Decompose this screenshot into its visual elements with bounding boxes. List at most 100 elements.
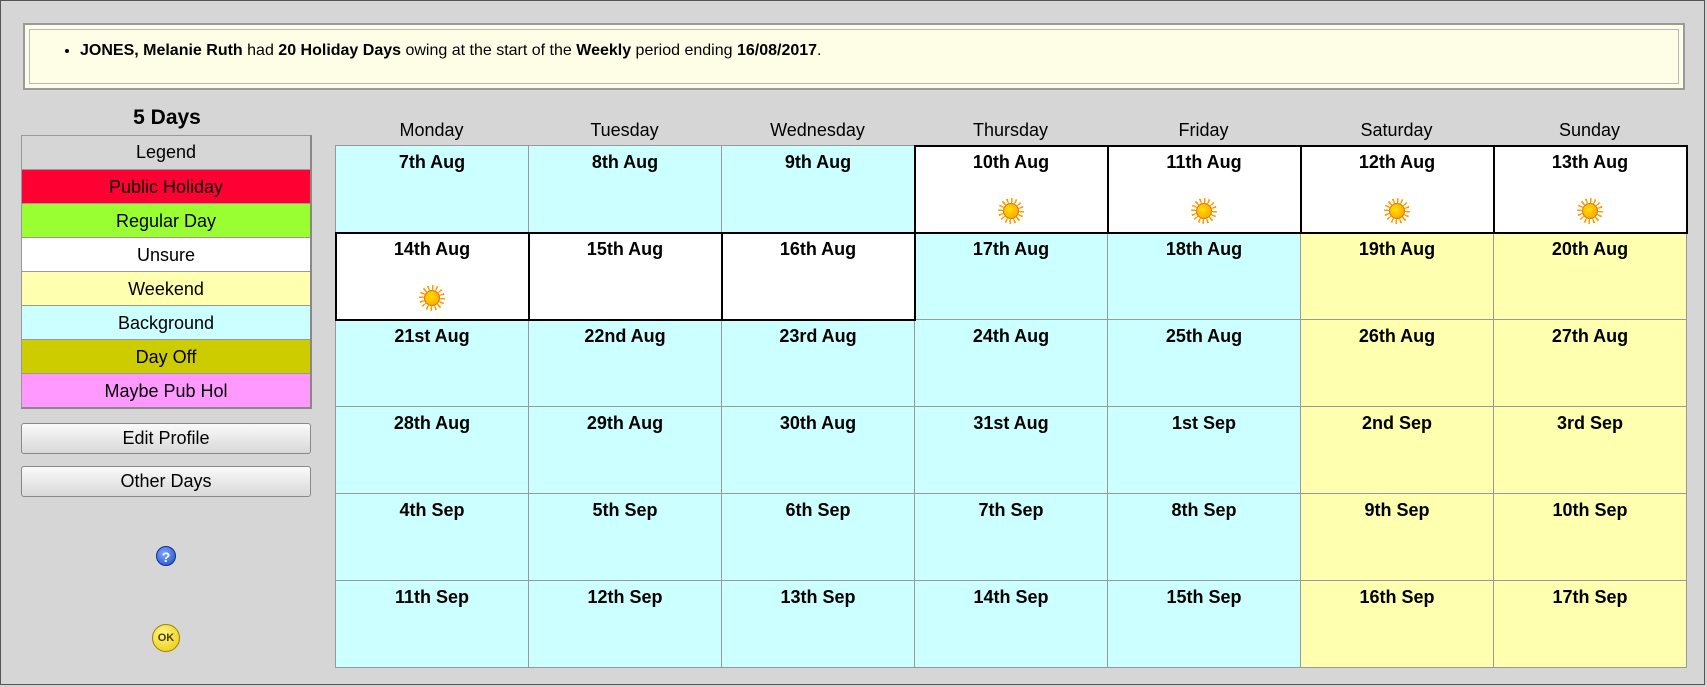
day-label: 21st Aug (394, 326, 470, 346)
weekday-tuesday: Tuesday (590, 120, 659, 140)
weekday-sunday: Sunday (1558, 120, 1621, 140)
day-cell[interactable]: 1st Sep (1108, 407, 1301, 494)
day-cell[interactable]: 23rd Aug (722, 320, 915, 407)
legend-item-day-off: Day Off (22, 339, 310, 373)
day-label: 12th Aug (1358, 152, 1436, 172)
left-panel: 5 Days Legend Public Holiday Regular Day U… (21, 101, 313, 497)
day-label: 10th Sep (1552, 500, 1628, 520)
day-cell[interactable]: 13th Aug (1493, 145, 1688, 234)
day-label: 13th Sep (780, 587, 856, 607)
day-label: 29th Aug (586, 413, 664, 433)
day-label: 8th Aug (591, 152, 659, 172)
day-cell[interactable]: 14th Sep (915, 581, 1108, 668)
day-cell[interactable]: 9th Sep (1301, 494, 1494, 581)
day-cell[interactable]: 15th Sep (1108, 581, 1301, 668)
period-end-date: 16/08/2017 (736, 42, 818, 59)
day-cell[interactable]: 30th Aug (722, 407, 915, 494)
employee-name: JONES, Melanie Ruth (80, 42, 243, 59)
day-label: 8th Sep (1171, 500, 1237, 520)
legend-item-public-holiday: Public Holiday (22, 169, 310, 203)
sun-icon (998, 198, 1024, 224)
legend: Legend Public Holiday Regular Day Unsure We… (21, 135, 312, 409)
ok-icon[interactable]: OK (152, 624, 180, 652)
day-cell[interactable]: 17th Aug (915, 233, 1108, 320)
weekday-friday: Friday (1178, 120, 1229, 140)
holiday-notice: JONES, Melanie Ruth had 20 Holiday Days … (23, 23, 1685, 90)
day-label: 31st Aug (973, 413, 1049, 433)
day-cell[interactable]: 24th Aug (915, 320, 1108, 407)
day-label: 9th Sep (1364, 500, 1430, 520)
day-cell[interactable]: 29th Aug (529, 407, 722, 494)
day-cell[interactable]: 20th Aug (1494, 233, 1687, 320)
day-label: 17th Aug (972, 239, 1050, 259)
day-cell[interactable]: 14th Aug (335, 232, 530, 321)
day-label: 14th Sep (973, 587, 1049, 607)
day-label: 15th Sep (1166, 587, 1242, 607)
day-cell[interactable]: 27th Aug (1494, 320, 1687, 407)
sun-icon (1384, 198, 1410, 224)
day-cell[interactable]: 4th Sep (336, 494, 529, 581)
day-cell[interactable]: 9th Aug (722, 146, 915, 233)
day-cell[interactable]: 11th Sep (336, 581, 529, 668)
sun-icon (419, 285, 445, 311)
day-cell[interactable]: 13th Sep (722, 581, 915, 668)
day-cell[interactable]: 8th Sep (1108, 494, 1301, 581)
day-label: 28th Aug (393, 413, 471, 433)
day-label: 26th Aug (1358, 326, 1436, 346)
day-label: 20th Aug (1551, 239, 1629, 259)
day-cell[interactable]: 10th Sep (1494, 494, 1687, 581)
app-frame: JONES, Melanie Ruth had 20 Holiday Days … (0, 0, 1705, 685)
day-cell[interactable]: 31st Aug (915, 407, 1108, 494)
day-label: 17th Sep (1552, 587, 1628, 607)
weekday-header: Monday Tuesday Wednesday Thursday Friday Satu… (335, 113, 1687, 145)
calendar-grid: 7th Aug 8th Aug 9th Aug 10th Aug 11th Aug 12t… (335, 145, 1688, 668)
day-cell[interactable]: 2nd Sep (1301, 407, 1494, 494)
legend-item-background: Background (22, 305, 310, 339)
day-label: 11th Aug (1166, 152, 1242, 172)
day-cell[interactable]: 15th Aug (528, 232, 723, 321)
day-label: 24th Aug (972, 326, 1050, 346)
weekday-thursday: Thursday (972, 120, 1049, 140)
day-cell[interactable]: 12th Sep (529, 581, 722, 668)
holiday-days-count: 20 Holiday Days (278, 42, 402, 59)
day-cell[interactable]: 16th Aug (721, 232, 916, 321)
day-cell[interactable]: 11th Aug (1107, 145, 1302, 234)
day-label: 9th Aug (784, 152, 852, 172)
edit-profile-button[interactable]: Edit Profile (21, 423, 311, 454)
day-cell[interactable]: 3rd Sep (1494, 407, 1687, 494)
day-cell[interactable]: 17th Sep (1494, 581, 1687, 668)
day-cell[interactable]: 16th Sep (1301, 581, 1494, 668)
day-label: 5th Sep (592, 500, 658, 520)
day-cell[interactable]: 5th Sep (529, 494, 722, 581)
legend-item-unsure: Unsure (22, 237, 310, 271)
day-label: 22nd Aug (584, 326, 666, 346)
day-label: 3rd Sep (1556, 413, 1624, 433)
day-cell[interactable]: 18th Aug (1108, 233, 1301, 320)
other-days-button[interactable]: Other Days (21, 466, 311, 497)
day-cell[interactable]: 28th Aug (336, 407, 529, 494)
weekday-wednesday: Wednesday (770, 120, 865, 140)
day-cell[interactable]: 25th Aug (1108, 320, 1301, 407)
sun-icon (1191, 198, 1217, 224)
day-cell[interactable]: 12th Aug (1300, 145, 1495, 234)
day-cell[interactable]: 22nd Aug (529, 320, 722, 407)
day-label: 15th Aug (586, 239, 664, 259)
day-label: 12th Sep (587, 587, 663, 607)
day-cell[interactable]: 10th Aug (914, 145, 1109, 234)
day-label: 11th Sep (394, 587, 470, 607)
days-count-title: 5 Days (133, 106, 201, 129)
day-cell[interactable]: 26th Aug (1301, 320, 1494, 407)
day-label: 16th Sep (1359, 587, 1435, 607)
day-cell[interactable]: 8th Aug (529, 146, 722, 233)
day-cell[interactable]: 19th Aug (1301, 233, 1494, 320)
help-icon[interactable]: ? (156, 546, 176, 566)
sun-icon (1577, 198, 1603, 224)
day-label: 7th Aug (398, 152, 466, 172)
period-type: Weekly (576, 42, 632, 59)
day-cell[interactable]: 21st Aug (336, 320, 529, 407)
day-cell[interactable]: 7th Aug (336, 146, 529, 233)
day-label: 6th Sep (785, 500, 851, 520)
day-cell[interactable]: 6th Sep (722, 494, 915, 581)
day-label: 18th Aug (1165, 239, 1243, 259)
day-cell[interactable]: 7th Sep (915, 494, 1108, 581)
